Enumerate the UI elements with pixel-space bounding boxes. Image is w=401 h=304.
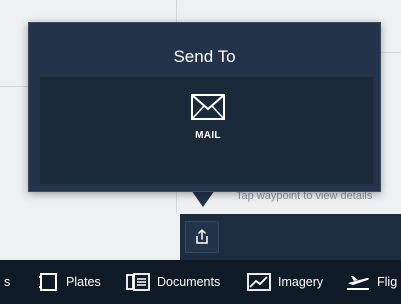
tab-imagery[interactable]: Imagery bbox=[246, 260, 323, 304]
mail-icon bbox=[191, 94, 225, 120]
imagery-icon bbox=[247, 273, 271, 291]
flight-icon bbox=[347, 276, 369, 290]
tab-label: Documents bbox=[157, 275, 221, 289]
tab-flight[interactable]: Flig bbox=[345, 260, 397, 304]
tab-label: Imagery bbox=[278, 275, 324, 289]
divider bbox=[381, 52, 401, 53]
tab-label: s bbox=[4, 275, 11, 289]
popover-title: Send To bbox=[173, 47, 236, 66]
tab-documents[interactable]: Documents bbox=[125, 260, 220, 304]
tab-bar: s Plates Documents Imagery Flig bbox=[0, 260, 401, 304]
share-icon bbox=[196, 229, 208, 244]
popover-arrow bbox=[191, 190, 215, 207]
tab-partial[interactable]: s bbox=[4, 260, 10, 304]
divider bbox=[0, 86, 28, 87]
tab-label: Flig bbox=[377, 275, 398, 289]
send-to-popover: Send To MAIL bbox=[28, 22, 381, 192]
mail-label: MAIL bbox=[195, 130, 221, 141]
tab-label: Plates bbox=[66, 275, 101, 289]
documents-icon bbox=[126, 273, 150, 291]
mail-action-button[interactable]: MAIL bbox=[178, 93, 238, 173]
action-grid: MAIL bbox=[40, 77, 373, 184]
plates-icon bbox=[39, 273, 57, 291]
share-button[interactable] bbox=[185, 221, 219, 253]
tab-plates[interactable]: Plates bbox=[38, 260, 101, 304]
waypoint-hint: Tap waypoint to view details bbox=[236, 190, 373, 202]
